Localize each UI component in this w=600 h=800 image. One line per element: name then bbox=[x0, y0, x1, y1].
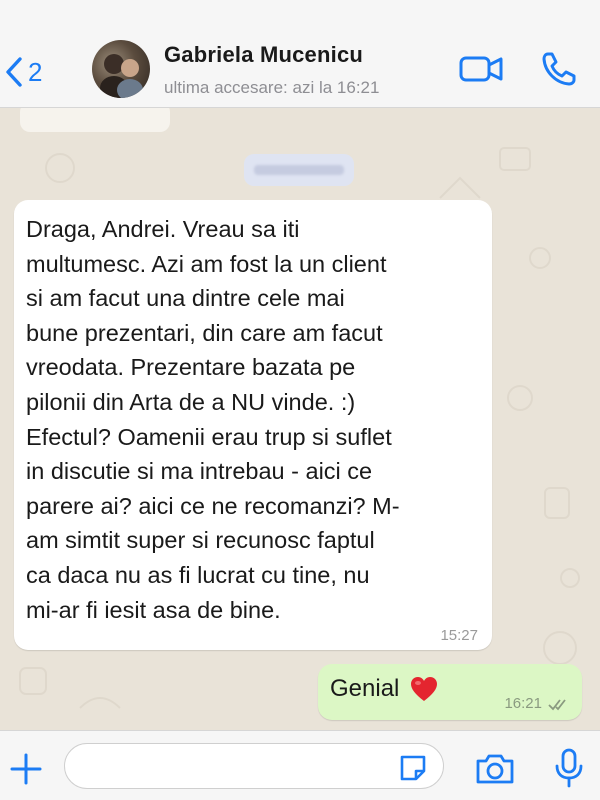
message-line: si am facut una dintre cele mai bbox=[26, 285, 345, 312]
message-line: multumesc. Azi am fost la un client bbox=[26, 250, 387, 277]
chat-header: 2 Gabriela Mucenicu ultima accesare: azi… bbox=[0, 0, 600, 108]
contact-name[interactable]: Gabriela Mucenicu bbox=[164, 42, 363, 68]
message-time: 15:27 bbox=[440, 627, 478, 644]
chat-area[interactable]: Draga, Andrei. Vreau sa iti multumesc. A… bbox=[0, 108, 600, 730]
voice-message-button[interactable] bbox=[550, 747, 588, 789]
message-line: Efectul? Oamenii erau trup si suflet bbox=[26, 423, 392, 450]
camera-icon bbox=[476, 754, 514, 784]
message-input[interactable] bbox=[64, 743, 444, 789]
phone-icon bbox=[542, 52, 576, 86]
chevron-left-icon bbox=[6, 57, 22, 87]
incoming-message[interactable]: Draga, Andrei. Vreau sa iti multumesc. A… bbox=[14, 200, 492, 650]
heart-emoji bbox=[411, 677, 438, 701]
plus-icon bbox=[10, 753, 42, 785]
date-separator bbox=[244, 154, 354, 186]
message-line: pilonii din Arta de a NU vinde. :) bbox=[26, 388, 356, 415]
sticker-icon bbox=[400, 755, 426, 781]
message-text: Draga, Andrei. Vreau sa iti multumesc. A… bbox=[26, 212, 486, 627]
message-time: 16:21 bbox=[504, 695, 542, 712]
message-line: vreodata. Prezentare bazata pe bbox=[26, 354, 356, 381]
message-line: bune prezentari, din care am facut bbox=[26, 319, 383, 346]
avatar-image bbox=[100, 54, 143, 98]
avatar[interactable] bbox=[92, 40, 150, 98]
message-text: Genial bbox=[330, 675, 439, 703]
video-camera-icon bbox=[459, 56, 503, 82]
last-seen-status: ultima accesare: azi la 16:21 bbox=[164, 78, 380, 97]
sticker-button[interactable] bbox=[398, 753, 428, 783]
message-line: in discutie si ma intrebau - aici ce bbox=[26, 458, 373, 485]
composer-bar bbox=[0, 730, 600, 800]
message-body: Genial bbox=[330, 675, 400, 702]
video-call-button[interactable] bbox=[458, 50, 504, 86]
outgoing-message[interactable]: Genial 16:21 bbox=[318, 664, 582, 720]
message-line: mi-ar fi iesit asa de bine. bbox=[26, 596, 281, 623]
message-line: parere ai? aici ce ne recomanzi? M- bbox=[26, 492, 400, 519]
back-button[interactable]: 2 bbox=[2, 52, 42, 92]
message-line: Draga, Andrei. Vreau sa iti bbox=[26, 216, 300, 242]
camera-button[interactable] bbox=[474, 749, 516, 787]
microphone-icon bbox=[555, 748, 583, 788]
message-line: am simtit super si recunosc faptul bbox=[26, 527, 375, 554]
voice-call-button[interactable] bbox=[540, 50, 580, 88]
unread-count: 2 bbox=[28, 56, 43, 87]
read-ticks-icon bbox=[548, 699, 566, 711]
attach-button[interactable] bbox=[8, 751, 44, 787]
previous-message bbox=[20, 108, 170, 132]
message-line: ca daca nu as fi lucrat cu tine, nu bbox=[26, 561, 370, 588]
